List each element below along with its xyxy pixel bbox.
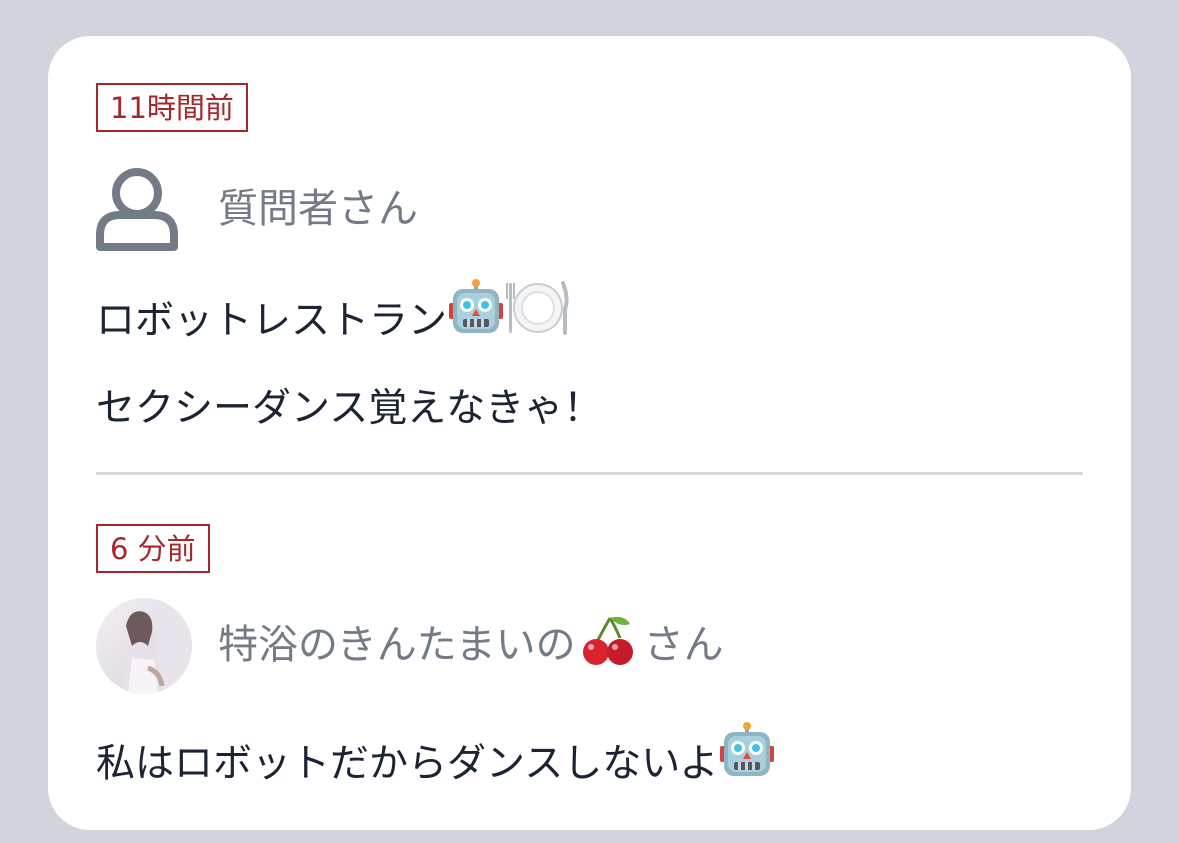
user-name-text: 特浴のきんたまいの (218, 622, 576, 668)
robot-emoji (447, 279, 505, 367)
divider (96, 472, 1083, 475)
user-row[interactable]: 質問者さん (96, 157, 1083, 253)
user-row[interactable]: 特浴のきんたまいの さん (96, 598, 1083, 694)
post-line: セクシーダンス覚えなきゃ！ (96, 386, 603, 431)
user-name[interactable]: 質問者さん (218, 176, 418, 234)
cherries-emoji (580, 614, 636, 680)
avatar[interactable] (96, 598, 192, 694)
person-outline-icon (96, 157, 192, 253)
answer-card: 11時間前 質問者さん ロボットレストラン セクシーダンス覚えなきゃ！ 6 分前… (48, 36, 1131, 830)
post-line-text: 私はロボットだからダンスしないよ (96, 741, 719, 787)
post-question: 11時間前 質問者さん ロボットレストラン セクシーダンス覚えなきゃ！ (96, 83, 1083, 451)
post-body: ロボットレストラン セクシーダンス覚えなきゃ！ (96, 279, 1083, 451)
robot-emoji (718, 722, 776, 810)
post-line: 私はロボットだからダンスしないよ (96, 722, 1083, 810)
post-body: 私はロボットだからダンスしないよ (96, 722, 1083, 810)
user-name[interactable]: 特浴のきんたまいの さん (218, 612, 724, 680)
post-answer: 6 分前 特浴のきんたまいの さん 私はロボットだからダンスしないよ (96, 524, 1083, 810)
time-badge: 6 分前 (96, 524, 210, 573)
user-name-suffix: さん (643, 622, 724, 668)
post-line-text: ロボットレストラン (96, 298, 448, 344)
fork-knife-plate-emoji (505, 279, 569, 367)
time-badge: 11時間前 (96, 83, 248, 132)
post-line: ロボットレストラン (96, 279, 1083, 367)
